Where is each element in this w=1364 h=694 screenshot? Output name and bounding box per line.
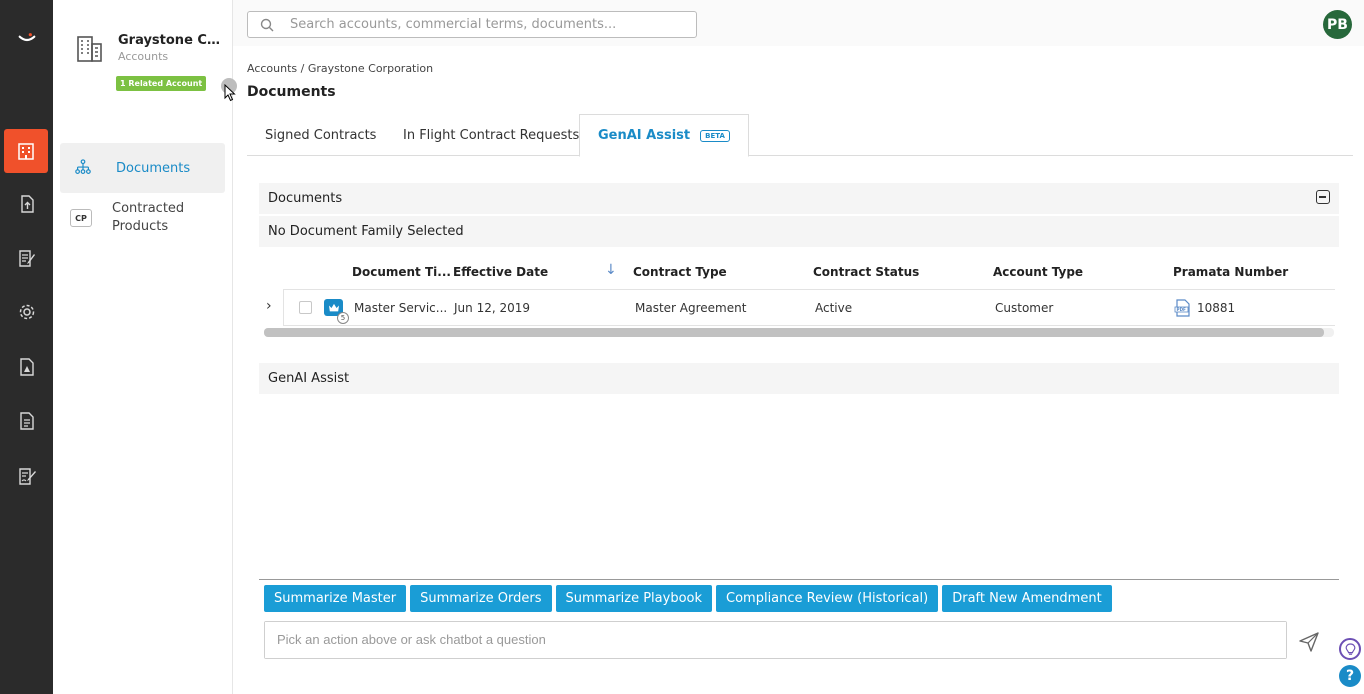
document-list-icon: [19, 412, 34, 430]
rail-reports-button[interactable]: [0, 345, 53, 389]
top-bar: PB: [233, 0, 1364, 46]
send-icon[interactable]: [1298, 631, 1320, 653]
page-title: Documents: [247, 84, 336, 100]
summarize-orders-button[interactable]: Summarize Orders: [410, 585, 552, 612]
side-nav-documents[interactable]: Documents: [60, 143, 225, 193]
account-subtitle: Accounts: [118, 50, 169, 63]
sitemap-icon: [72, 159, 94, 177]
column-effective-date[interactable]: Effective Date: [453, 265, 548, 279]
row-expand-chevron-icon[interactable]: ›: [266, 298, 272, 314]
account-panel: Graystone Cor... Accounts 1 Related Acco…: [53, 0, 233, 694]
tab-bar: Signed Contracts In Flight Contract Requ…: [247, 114, 1353, 157]
rail-settings-button[interactable]: [0, 290, 53, 334]
rail-documents-button[interactable]: [0, 399, 53, 443]
cell-document-title[interactable]: Master Servic...: [354, 301, 447, 315]
column-contract-status[interactable]: Contract Status: [813, 265, 919, 279]
horizontal-scrollbar[interactable]: [264, 328, 1334, 337]
document-sign-icon: [18, 468, 36, 485]
search-icon: [260, 18, 274, 31]
cell-effective-date: Jun 12, 2019: [454, 301, 531, 315]
search-input[interactable]: [290, 17, 690, 32]
draft-new-amendment-button[interactable]: Draft New Amendment: [942, 585, 1112, 612]
user-avatar[interactable]: PB: [1323, 10, 1352, 39]
chat-input-box[interactable]: [264, 621, 1287, 659]
chat-input[interactable]: [265, 622, 1286, 658]
child-count-badge: 5: [337, 312, 349, 324]
gear-icon: [19, 304, 34, 320]
column-contract-type[interactable]: Contract Type: [633, 265, 727, 279]
side-nav-documents-label: Documents: [116, 160, 191, 176]
table-row[interactable]: 5 Master Servic... Jun 12, 2019 Master A…: [283, 289, 1335, 326]
row-checkbox[interactable]: [299, 301, 312, 314]
account-header: Graystone Cor... Accounts 1 Related Acco…: [73, 30, 228, 100]
side-nav-contracted-products[interactable]: CP Contracted Products: [60, 193, 225, 243]
cell-account-type: Customer: [995, 301, 1054, 315]
pdf-icon[interactable]: PDF: [1174, 299, 1192, 317]
beta-badge: BETA: [700, 129, 730, 142]
collapse-icon[interactable]: [1316, 190, 1330, 204]
cell-contract-status: Active: [815, 301, 853, 315]
sort-descending-icon[interactable]: ↓: [605, 262, 617, 278]
chat-divider: [259, 579, 1339, 580]
building-icon: [18, 143, 34, 160]
rail-upload-button[interactable]: [0, 182, 53, 226]
building-icon: [77, 36, 102, 62]
document-edit-icon: [18, 250, 35, 267]
column-document-title[interactable]: Document Ti...: [352, 265, 451, 279]
column-pramata-number[interactable]: Pramata Number: [1173, 265, 1288, 279]
tab-genai-assist[interactable]: GenAI Assist BETA: [579, 114, 749, 157]
file-upload-icon: [20, 195, 34, 213]
summarize-master-button[interactable]: Summarize Master: [264, 585, 407, 612]
breadcrumb[interactable]: Accounts / Graystone Corporation: [247, 62, 433, 75]
svg-text:PDF: PDF: [1177, 307, 1187, 312]
tab-signed-contracts[interactable]: Signed Contracts: [265, 114, 376, 156]
documents-grid-header: Document Ti... Effective Date ↓ Contract…: [259, 258, 1339, 288]
app-rail: [0, 0, 53, 694]
scrollbar-thumb[interactable]: [264, 328, 1324, 337]
lightbulb-button[interactable]: [1339, 638, 1361, 660]
rail-accounts-button[interactable]: [4, 129, 48, 173]
help-button[interactable]: ?: [1339, 665, 1361, 687]
document-chart-icon: [19, 358, 34, 376]
summarize-playbook-button[interactable]: Summarize Playbook: [555, 585, 713, 612]
rail-contract-edit-button[interactable]: [0, 236, 53, 280]
genai-section-header: GenAI Assist: [259, 363, 1339, 394]
document-family-status: No Document Family Selected: [259, 216, 1339, 247]
compliance-review-button[interactable]: Compliance Review (Historical): [716, 585, 939, 612]
genai-action-bar: Summarize Master Summarize Orders Summar…: [264, 585, 1112, 612]
lightbulb-icon: [1345, 642, 1355, 655]
related-account-badge[interactable]: 1 Related Account: [116, 76, 207, 91]
tab-in-flight-contract-requests[interactable]: In Flight Contract Requests: [403, 114, 579, 156]
logo-icon: [18, 33, 35, 42]
cp-icon: CP: [70, 209, 92, 227]
app-logo[interactable]: [0, 18, 53, 58]
mouse-cursor-icon: [224, 84, 236, 102]
search-box[interactable]: [247, 11, 697, 38]
side-nav-contracted-products-label: Contracted Products: [112, 201, 185, 234]
documents-section-header: Documents: [259, 183, 1339, 214]
cell-pramata-number[interactable]: 10881: [1197, 301, 1235, 315]
account-name: Graystone Cor...: [118, 33, 223, 48]
rail-sign-button[interactable]: [0, 454, 53, 498]
cell-contract-type: Master Agreement: [635, 301, 747, 315]
column-account-type[interactable]: Account Type: [993, 265, 1083, 279]
